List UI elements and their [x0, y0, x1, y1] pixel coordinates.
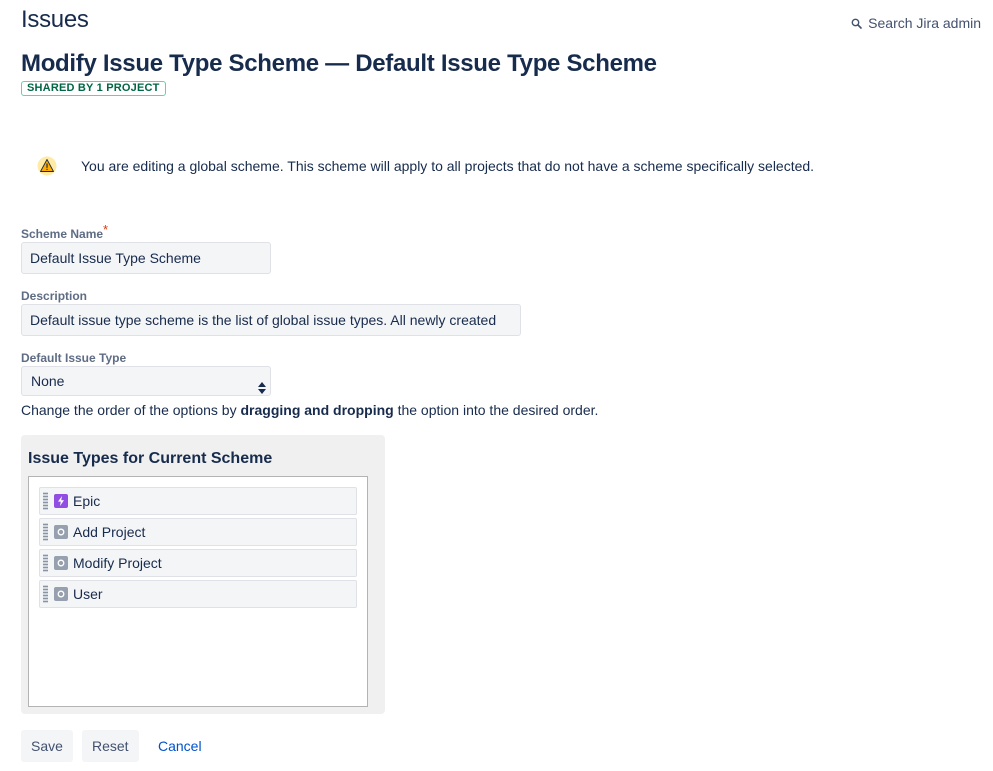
issue-types-panel: Issue Types for Current Scheme Epic Add …	[21, 435, 385, 714]
default-issue-type-label: Default Issue Type	[21, 351, 127, 365]
warning-message: You are editing a global scheme. This sc…	[37, 156, 814, 176]
scheme-name-input[interactable]: Default Issue Type Scheme	[21, 242, 271, 274]
warning-text: You are editing a global scheme. This sc…	[81, 158, 815, 174]
description-input[interactable]: Default issue type scheme is the list of…	[21, 304, 521, 336]
issue-type-item-modify-project[interactable]: Modify Project	[39, 549, 357, 577]
issue-type-label: User	[73, 586, 103, 602]
drag-handle-icon[interactable]	[43, 554, 48, 572]
issue-type-label: Modify Project	[73, 555, 162, 571]
default-issue-type-select[interactable]: None	[21, 366, 271, 396]
scheme-title: Modify Issue Type Scheme — Default Issue…	[21, 50, 657, 77]
issue-type-icon	[54, 525, 68, 539]
reset-button[interactable]: Reset	[82, 730, 139, 762]
issue-type-label: Add Project	[73, 524, 146, 540]
drag-handle-icon[interactable]	[43, 492, 48, 510]
reorder-hint: Change the order of the options by dragg…	[21, 402, 599, 418]
scheme-name-label: Scheme Name*	[21, 222, 109, 241]
warning-icon	[37, 156, 57, 176]
issue-type-item-epic[interactable]: Epic	[39, 487, 357, 515]
issue-type-item-user[interactable]: User	[39, 580, 357, 608]
issue-type-icon	[54, 587, 68, 601]
default-issue-type-value: None	[31, 373, 65, 389]
issue-type-icon	[54, 556, 68, 570]
select-arrows-icon	[258, 375, 266, 403]
save-button[interactable]: Save	[21, 730, 73, 762]
search-label: Search Jira admin	[868, 15, 981, 31]
issue-type-list[interactable]: Epic Add Project Modify Project User	[28, 476, 368, 707]
cancel-button[interactable]: Cancel	[148, 730, 212, 762]
page-title: Issues	[21, 6, 89, 33]
issue-type-item-add-project[interactable]: Add Project	[39, 518, 357, 546]
search-jira-admin[interactable]: Search Jira admin	[851, 15, 981, 31]
panel-title: Issue Types for Current Scheme	[28, 450, 273, 467]
drag-handle-icon[interactable]	[43, 585, 48, 603]
issue-type-label: Epic	[73, 493, 101, 509]
required-mark: *	[103, 222, 109, 237]
drag-handle-icon[interactable]	[43, 523, 48, 541]
description-label: Description	[21, 289, 88, 303]
shared-badge[interactable]: SHARED BY 1 PROJECT	[21, 81, 166, 96]
search-icon	[851, 18, 862, 29]
epic-icon	[54, 494, 68, 508]
